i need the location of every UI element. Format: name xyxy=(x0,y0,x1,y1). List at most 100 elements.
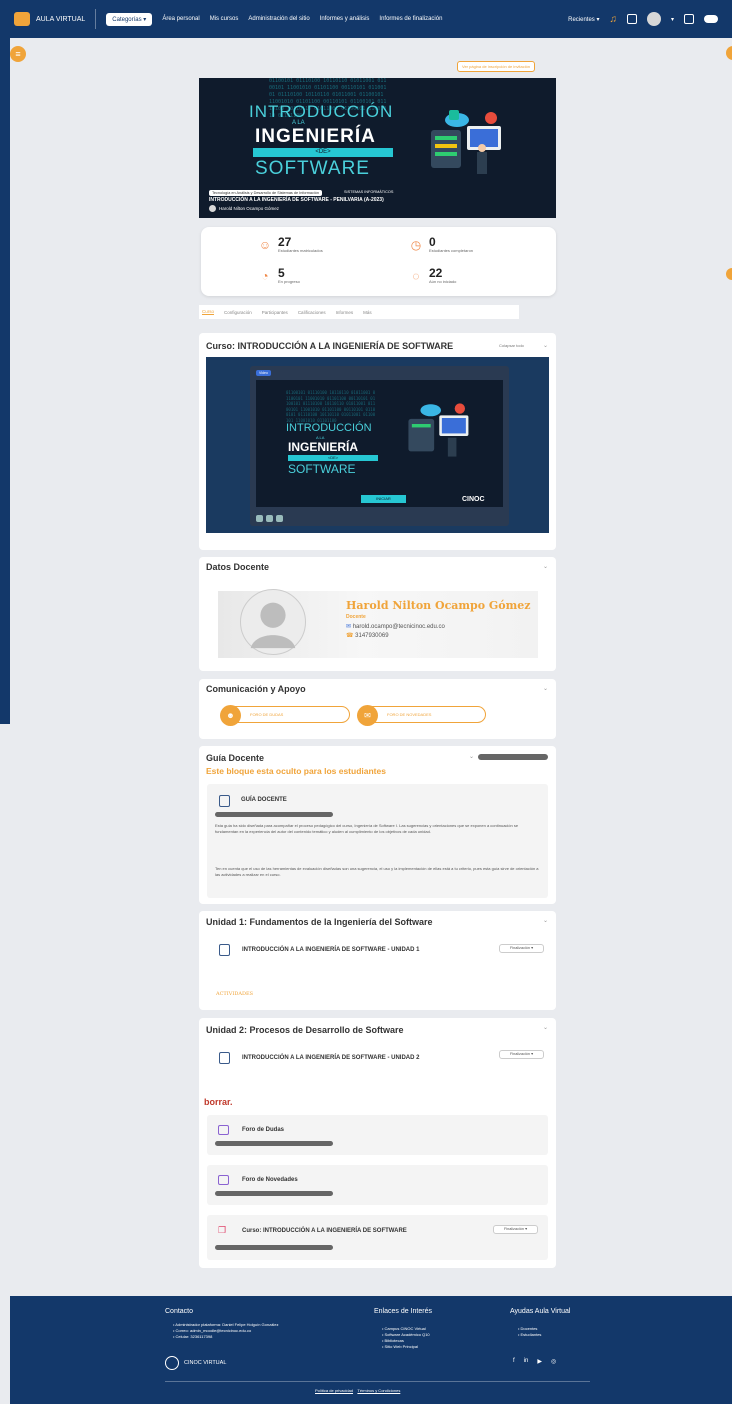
tab-more[interactable]: Más xyxy=(363,310,372,315)
stat-label: En progreso xyxy=(278,279,300,284)
hidden-badge xyxy=(478,754,548,760)
tab-reports[interactable]: Informes xyxy=(336,310,354,315)
cinoc-logo-icon xyxy=(165,1356,179,1370)
facebook-icon[interactable]: f xyxy=(513,1358,515,1365)
hidden-notice: Este bloque esta oculto para los estudia… xyxy=(206,766,386,776)
people-icon: ☻ xyxy=(220,705,241,726)
stat-value: 0 xyxy=(429,235,436,249)
activity-name[interactable]: Curso: INTRODUCCIÓN A LA INGENIERÍA DE S… xyxy=(242,1228,407,1234)
collapse-all-link[interactable]: Colapsar todo xyxy=(499,343,524,348)
nav-link-personal-area[interactable]: Área personal xyxy=(162,16,199,22)
person-silhouette-icon xyxy=(250,602,296,649)
hero-line-1: INTRODUCCIÓN xyxy=(249,102,394,121)
forum-doubts-button[interactable]: ☻ FORO DE DUDAS xyxy=(220,705,350,726)
stat-value: 5 xyxy=(278,266,285,280)
progress-icon: ◔ xyxy=(261,268,269,283)
stat-not-started: ◌ 22 Aún no iniciado xyxy=(409,267,456,284)
brand[interactable]: AULA VIRTUAL xyxy=(14,12,85,26)
section-title: Unidad 1: Fundamentos de la Ingeniería d… xyxy=(206,917,433,927)
restriction-badge xyxy=(215,1245,333,1250)
course-category-tag[interactable]: Tecnología en Análisis y Desarrollo de S… xyxy=(209,190,323,196)
user-menu-chevron-icon[interactable]: ▾ xyxy=(671,16,674,23)
video-screen[interactable]: 01100101 01110100 10110110 01011001 0110… xyxy=(256,380,503,507)
top-navbar: AULA VIRTUAL Categorías ▾ Área personal … xyxy=(0,0,732,38)
course-teacher[interactable]: Harold Nilton Ocampo Gómez xyxy=(209,205,279,212)
restriction-badge xyxy=(215,1141,333,1146)
completion-dropdown[interactable]: Finalización ▾ xyxy=(493,1225,538,1234)
chevron-down-icon[interactable]: ⌄ xyxy=(543,563,548,570)
forum-doubts-label: FORO DE DUDAS xyxy=(250,712,284,717)
teacher-phone-text: 3147930069 xyxy=(355,633,389,639)
course-title: INTRODUCCIÓN A LA INGENIERÍA DE SOFTWARE… xyxy=(209,197,384,203)
recent-dropdown[interactable]: Recientes ▾ xyxy=(568,16,599,23)
activity-name[interactable]: Foro de Novedades xyxy=(242,1177,298,1183)
forum-news-button[interactable]: ✉ FORO DE NOVEDADES xyxy=(357,705,486,726)
chevron-down-icon[interactable]: ⌄ xyxy=(543,1024,548,1031)
video-fullscreen-icon[interactable] xyxy=(266,515,273,522)
completion-dropdown[interactable]: Finalización ▾ xyxy=(499,1050,544,1059)
footer-contact-item: Celular: 3236117398 xyxy=(173,1334,358,1340)
teacher-photo xyxy=(240,589,306,655)
footer-interest-link[interactable]: Sitio Web Principal xyxy=(382,1344,430,1350)
tab-settings[interactable]: Configuración xyxy=(224,310,252,315)
terms-link[interactable]: Términos y Condiciones xyxy=(357,1388,400,1393)
forum-news-label: FORO DE NOVEDADES xyxy=(387,712,432,717)
brand-label: AULA VIRTUAL xyxy=(36,15,86,23)
users-icon: ☺ xyxy=(258,237,272,252)
completion-dropdown[interactable]: Finalización ▾ xyxy=(499,944,544,953)
edit-mode-toggle[interactable] xyxy=(704,15,718,23)
messages-icon[interactable] xyxy=(626,14,637,24)
right-block-button[interactable] xyxy=(726,268,732,280)
nav-link-completion-reports[interactable]: Informes de finalización xyxy=(379,16,442,22)
video-start-button[interactable]: INICIAR xyxy=(361,495,406,503)
footer-contact-list: Administrador plataforma: Daniel Felipe … xyxy=(173,1322,358,1340)
footer-help-list: Docentes Estudiantes xyxy=(518,1326,542,1338)
teacher-email[interactable]: ✉ harold.ocampo@tecnicinoc.edu.co xyxy=(346,623,445,630)
completion-label: Finalización xyxy=(503,1227,525,1231)
footer-brand[interactable]: CINOC VIRTUAL xyxy=(165,1356,226,1370)
chevron-down-icon[interactable]: ⌄ xyxy=(543,342,548,349)
teacher-role: Docente xyxy=(346,614,366,620)
footer-help-link[interactable]: Estudiantes xyxy=(518,1332,542,1338)
nav-link-site-admin[interactable]: Administración del sitio xyxy=(248,16,309,22)
stat-value: 27 xyxy=(278,235,292,249)
video-line-4: <DE> xyxy=(288,455,378,461)
activities-link[interactable]: ACTIVIDADES xyxy=(216,991,253,997)
chevron-down-icon[interactable]: ⌄ xyxy=(469,753,474,760)
video-play-icon[interactable] xyxy=(256,515,263,522)
enrollment-link[interactable]: Ver página de inscripción de invitación xyxy=(457,61,536,72)
right-drawer-button[interactable] xyxy=(726,46,732,60)
notification-bell-icon[interactable]: ♫ xyxy=(609,14,617,25)
user-avatar[interactable] xyxy=(646,12,661,26)
forum-news-activity: Foro de Novedades xyxy=(207,1165,548,1205)
teacher-email-text: harold.ocampo@tecnicinoc.edu.co xyxy=(352,624,445,630)
footer-interest-title: Enlaces de Interés xyxy=(374,1308,432,1315)
youtube-icon[interactable]: ▶ xyxy=(537,1358,542,1365)
activity-name[interactable]: GUÍA DOCENTE xyxy=(241,797,287,803)
activity-guide: GUÍA DOCENTE Esta guía ha sido diseñada … xyxy=(207,784,548,898)
privacy-policy-link[interactable]: Política de privacidad xyxy=(315,1388,353,1393)
open-drawer-icon[interactable]: ≡ xyxy=(10,46,26,62)
course-video-player[interactable]: Video 01100101 01110100 10110110 0101100… xyxy=(206,357,549,533)
footer-brand-label: CINOC VIRTUAL xyxy=(184,1360,227,1366)
nav-link-reports[interactable]: Informes y análisis xyxy=(320,16,370,22)
chevron-down-icon[interactable]: ⌄ xyxy=(543,917,548,924)
chevron-down-icon[interactable]: ⌄ xyxy=(543,685,548,692)
categories-dropdown[interactable]: Categorías ▾ xyxy=(106,12,153,26)
linkedin-icon[interactable]: in xyxy=(524,1358,529,1365)
course-category-tag-2[interactable]: SISTEMAS INFORMÁTICOS xyxy=(344,190,393,194)
course-section: Curso: INTRODUCCIÓN A LA INGENIERÍA DE S… xyxy=(199,333,556,550)
completion-label: Finalización xyxy=(509,946,531,950)
tab-participants[interactable]: Participantes xyxy=(262,310,288,315)
tab-course[interactable]: Curso xyxy=(202,309,215,315)
tab-grades[interactable]: Calificaciones xyxy=(298,310,326,315)
instagram-icon[interactable]: ◎ xyxy=(551,1358,556,1365)
nav-link-my-courses[interactable]: Mis cursos xyxy=(210,16,239,22)
video-volume-icon[interactable] xyxy=(276,515,283,522)
stat-enrolled: ☺ 27 Estudiantes matriculados xyxy=(258,236,323,253)
video-line-3: INGENIERÍA xyxy=(288,440,359,454)
activity-name[interactable]: INTRODUCCIÓN A LA INGENIERÍA DE SOFTWARE… xyxy=(242,1055,419,1061)
activity-name[interactable]: INTRODUCCIÓN A LA INGENIERÍA DE SOFTWARE… xyxy=(242,947,419,953)
activity-name[interactable]: Foro de Dudas xyxy=(242,1127,284,1133)
edit-mode-icon[interactable] xyxy=(684,14,694,24)
